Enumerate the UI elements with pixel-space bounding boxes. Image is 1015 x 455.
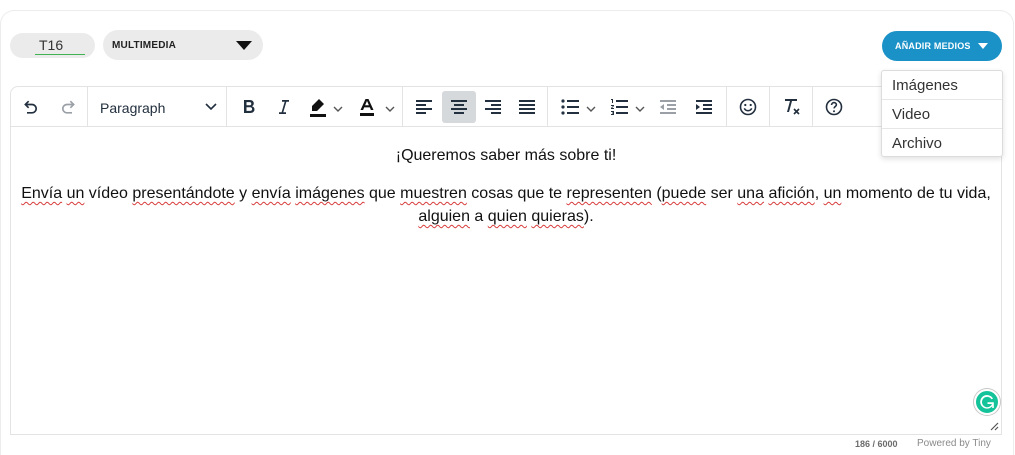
spellcheck-word[interactable]: Envía [21,185,62,202]
emoji-group [727,87,770,126]
text-color-icon [360,99,374,116]
text-run: momento de tu vida, [841,185,991,202]
spellcheck-word[interactable]: alguien [418,208,470,225]
smiley-icon [739,98,757,116]
spellcheck-word[interactable]: puede [662,185,707,202]
chevron-down-icon [635,106,645,112]
character-count: 186 / 6000 [855,439,898,449]
align-right-icon [485,100,501,114]
align-right-button[interactable] [477,91,509,123]
text-style-group [227,87,403,126]
caret-down-icon [236,41,252,50]
bold-button[interactable] [234,91,264,123]
chevron-down-icon [586,106,596,112]
resize-handle-icon[interactable] [989,421,999,431]
clear-formatting-icon [785,99,800,115]
spellcheck-word[interactable]: representen [566,185,651,202]
type-select-label: MULTIMEDIA [112,40,177,51]
align-left-button[interactable] [408,91,440,123]
indent-icon [696,100,712,114]
spellcheck-word[interactable]: presentándote [132,185,234,202]
spellcheck-word[interactable]: un [67,185,85,202]
text-run: a [469,208,488,225]
highlight-color-button[interactable] [303,91,345,123]
block-format-select[interactable]: Paragraph [89,91,225,123]
text-run: ( [651,185,662,202]
chevron-down-icon [205,103,217,111]
menu-item-images[interactable]: Imágenes [882,71,1002,100]
numbered-list-button[interactable] [604,91,648,123]
spellcheck-word[interactable]: quieras [531,208,583,225]
editor-toolbar: Paragraph [11,87,1001,127]
text-run: cosas que te [466,185,567,202]
outdent-icon [660,100,676,114]
bullet-list-icon [561,99,579,115]
align-left-icon [416,100,432,114]
help-group [813,87,856,126]
add-media-button[interactable]: AÑADIR MEDIOS [882,31,1002,61]
text-run: ). [583,208,594,225]
clear-formatting-button[interactable] [776,91,808,123]
add-media-dropdown: Imágenes Video Archivo [881,70,1003,157]
help-icon [825,98,843,116]
alignment-group [403,87,548,126]
add-media-label: AÑADIR MEDIOS [895,41,971,51]
text-run: , [814,185,824,202]
menu-item-file[interactable]: Archivo [882,129,1002,158]
editor-content[interactable]: ¡Queremos saber más sobre ti! Envía un v… [11,127,1001,432]
spellcheck-word[interactable]: un [824,185,842,202]
spellcheck-word[interactable]: envía [252,185,291,202]
spellcheck-word[interactable]: quien [488,208,527,225]
grammarly-button[interactable] [974,389,1000,415]
redo-icon [62,100,75,114]
content-paragraph: Envía un vídeo presentándote y envía imá… [21,182,991,228]
text-color-button[interactable] [352,91,398,123]
bold-icon [244,100,255,113]
redo-button[interactable] [52,91,82,123]
content-heading: ¡Queremos saber más sobre ti! [395,147,617,164]
undo-icon [24,100,37,114]
numbered-list-icon [611,99,628,115]
undo-button[interactable] [17,91,47,123]
align-center-button[interactable] [442,91,476,123]
chevron-down-icon [333,106,343,112]
text-run: y [234,185,252,202]
grammarly-icon [980,395,994,409]
spellcheck-word[interactable]: afición [768,185,814,202]
outdent-button[interactable] [652,91,684,123]
caret-down-icon [978,43,988,49]
align-center-icon [451,100,467,114]
block-format-group: Paragraph [88,87,227,126]
text-run: que [364,185,401,202]
highlighter-icon [310,99,326,117]
emoticons-button[interactable] [732,91,764,123]
menu-item-video[interactable]: Video [882,100,1002,129]
help-button[interactable] [818,91,850,123]
block-format-label: Paragraph [100,100,166,116]
tag-input[interactable] [35,35,85,55]
spellcheck-word[interactable]: una [737,185,764,202]
rich-text-editor: Paragraph ¡Queremos saber más sobre ti! … [10,86,1002,435]
italic-button[interactable] [268,91,298,123]
history-group [11,87,88,126]
italic-icon [279,100,289,114]
type-select[interactable]: MULTIMEDIA [103,30,263,60]
bullet-list-button[interactable] [555,91,599,123]
spellcheck-word[interactable]: imágenes [295,185,364,202]
powered-by-link[interactable]: Powered by Tiny [917,438,991,449]
text-run: ser [706,185,738,202]
chevron-down-icon [385,106,395,112]
align-justify-icon [519,100,535,114]
clear-format-group [770,87,813,126]
align-justify-button[interactable] [511,91,543,123]
spellcheck-word[interactable]: muestren [400,185,467,202]
indent-button[interactable] [688,91,720,123]
tag-field-container [10,33,95,58]
list-indent-group [548,87,727,126]
text-run: vídeo [84,185,133,202]
